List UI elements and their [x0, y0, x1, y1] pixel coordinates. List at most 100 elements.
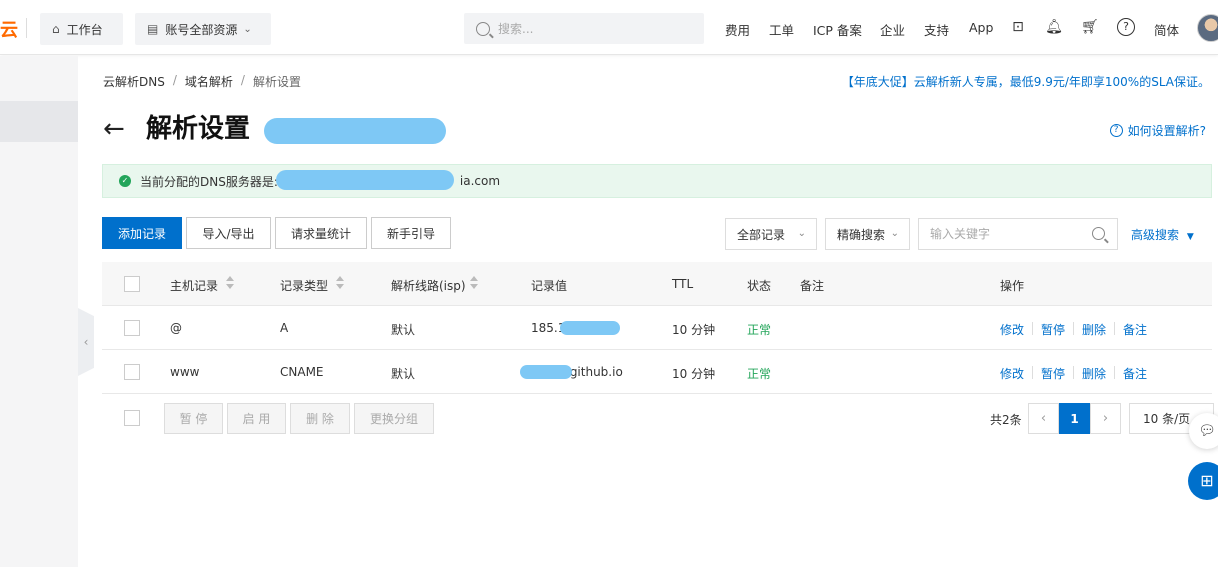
advanced-search-link[interactable]: 高级搜索 ▼ — [1131, 226, 1194, 243]
record-filter-value: 全部记录 — [737, 227, 786, 242]
cell-type: CNAME — [280, 365, 324, 379]
nav-icp[interactable]: ICP 备案 — [813, 20, 862, 39]
change-group-button[interactable]: 更换分组 — [354, 403, 434, 434]
workbench-button[interactable]: ⌂ 工作台 — [40, 13, 123, 45]
nav-tickets[interactable]: 工单 — [769, 20, 794, 39]
pause-link[interactable]: 暂停 — [1041, 321, 1065, 338]
select-all-checkbox[interactable] — [124, 276, 140, 292]
avatar[interactable] — [1197, 14, 1218, 42]
feedback-chat-icon[interactable]: 💬︎ — [1189, 413, 1218, 449]
import-export-button[interactable]: 导入/导出 — [186, 217, 271, 249]
nav-support[interactable]: 支持 — [924, 20, 949, 39]
footer-select-all-checkbox[interactable] — [124, 410, 140, 426]
resources-label: 账号全部资源 — [165, 22, 238, 37]
cell-status: 正常 — [747, 367, 772, 381]
batch-enable-button[interactable]: 启 用 — [227, 403, 286, 434]
apps-grid-icon[interactable]: ⊞ — [1188, 462, 1218, 500]
keyword-input[interactable] — [918, 218, 1118, 250]
delete-link[interactable]: 删除 — [1082, 365, 1106, 382]
batch-delete-button[interactable]: 删 除 — [290, 403, 350, 434]
cell-line: 默认 — [391, 367, 416, 381]
batch-pause-button[interactable]: 暂 停 — [164, 403, 223, 434]
search-mode-value: 精确搜索 — [837, 227, 886, 242]
cart-icon[interactable]: 🛒︎ — [1081, 18, 1099, 36]
cell-status: 正常 — [747, 323, 772, 337]
cell-host: www — [170, 365, 200, 379]
workbench-label: 工作台 — [66, 22, 103, 37]
table-row: @ A 默认 185.1 10 分钟 正常 修改 暂停 删除 备注 — [102, 306, 1212, 350]
remark-link[interactable]: 备注 — [1123, 365, 1147, 382]
remark-link[interactable]: 备注 — [1123, 321, 1147, 338]
chevron-left-icon: ‹ — [83, 335, 89, 349]
help-label: 如何设置解析? — [1127, 124, 1206, 138]
nav-billing[interactable]: 费用 — [725, 20, 750, 39]
dns-server-label: 当前分配的DNS服务器是: — [140, 174, 278, 189]
record-filter-select[interactable]: 全部记录 ⌄ — [725, 218, 817, 250]
request-stats-button[interactable]: 请求量统计 — [275, 217, 367, 249]
prev-page-button[interactable]: ‹ — [1028, 403, 1059, 434]
sidebar-item-selected[interactable] — [0, 101, 78, 142]
caret-down-icon: ▼ — [1186, 232, 1194, 242]
row-checkbox[interactable] — [124, 320, 140, 336]
advanced-search-label: 高级搜索 — [1131, 228, 1180, 242]
dns-server-banner: ✓ 当前分配的DNS服务器是: ia.com — [102, 164, 1212, 198]
row-checkbox[interactable] — [124, 364, 140, 380]
language-switch[interactable]: 简体 — [1154, 20, 1179, 39]
col-ttl: TTL — [672, 277, 694, 291]
promo-link[interactable]: 【年底大促】云解析新人专属，最低9.9元/年即享100%的SLA保证。 — [842, 73, 1210, 90]
terminal-icon[interactable]: ⊡ — [1009, 18, 1027, 36]
chevron-down-icon: ⌄ — [797, 228, 806, 239]
pause-link[interactable]: 暂停 — [1041, 365, 1065, 382]
sort-icon[interactable] — [336, 276, 344, 290]
search-icon[interactable] — [1092, 227, 1105, 240]
chevron-down-icon: ⌄ — [243, 23, 252, 35]
cell-type: A — [280, 321, 289, 335]
page-1[interactable]: 1 — [1059, 403, 1090, 434]
total-count: 共2条 — [990, 413, 1022, 427]
chevron-down-icon: ⌄ — [890, 228, 899, 239]
add-record-button[interactable]: 添加记录 — [102, 217, 182, 249]
question-icon: ? — [1109, 124, 1123, 137]
table-header: 主机记录 记录类型 解析线路(isp) 记录值 TTL 状态 备注 操作 — [102, 262, 1212, 306]
cell-ttl: 10 分钟 — [672, 323, 716, 337]
edit-link[interactable]: 修改 — [1000, 321, 1024, 338]
cell-ttl: 10 分钟 — [672, 367, 716, 381]
col-host: 主机记录 — [170, 279, 219, 293]
next-page-button[interactable]: › — [1090, 403, 1121, 434]
sidebar-collapse-toggle[interactable]: ‹ — [78, 308, 94, 376]
cell-host: @ — [170, 321, 182, 335]
sort-icon[interactable] — [226, 276, 234, 290]
home-icon: ⌂ — [52, 22, 60, 36]
delete-link[interactable]: 删除 — [1082, 321, 1106, 338]
search-mode-select[interactable]: 精确搜索 ⌄ — [825, 218, 910, 250]
beginner-guide-button[interactable]: 新手引导 — [371, 217, 451, 249]
redacted-value — [520, 365, 572, 379]
breadcrumb-dns[interactable]: 云解析DNS — [103, 73, 165, 90]
redacted-domain — [264, 118, 446, 144]
nav-app[interactable]: App — [969, 20, 993, 35]
resources-dropdown[interactable]: ▤ 账号全部资源 ⌄ — [135, 13, 271, 45]
redacted-dns-server — [276, 170, 454, 190]
sort-icon[interactable] — [470, 276, 478, 290]
edit-link[interactable]: 修改 — [1000, 365, 1024, 382]
col-type: 记录类型 — [280, 279, 329, 293]
help-icon[interactable]: ? — [1117, 18, 1135, 36]
col-value: 记录值 — [531, 279, 568, 293]
nav-enterprise[interactable]: 企业 — [880, 20, 905, 39]
breadcrumb-domain-resolution[interactable]: 域名解析 — [185, 73, 233, 90]
chevron-left-icon: ‹ — [1040, 411, 1047, 426]
logo[interactable]: 云 — [0, 16, 18, 42]
server-icon: ▤ — [147, 22, 159, 36]
bell-icon[interactable]: 🔔︎ — [1045, 18, 1063, 36]
page-title: 解析设置 — [146, 114, 251, 144]
search-icon — [476, 21, 490, 36]
chevron-right-icon: › — [1102, 411, 1109, 426]
check-circle-icon: ✓ — [119, 175, 131, 187]
global-search[interactable]: 搜索... — [464, 13, 704, 44]
breadcrumb: 云解析DNS / 域名解析 / 解析设置 — [103, 73, 301, 90]
page-size-value: 10 条/页 — [1143, 412, 1191, 426]
col-ops: 操作 — [1000, 279, 1025, 293]
help-link[interactable]: ? 如何设置解析? — [1109, 122, 1206, 139]
divider — [26, 18, 27, 38]
back-arrow-icon[interactable]: ← — [103, 114, 125, 144]
